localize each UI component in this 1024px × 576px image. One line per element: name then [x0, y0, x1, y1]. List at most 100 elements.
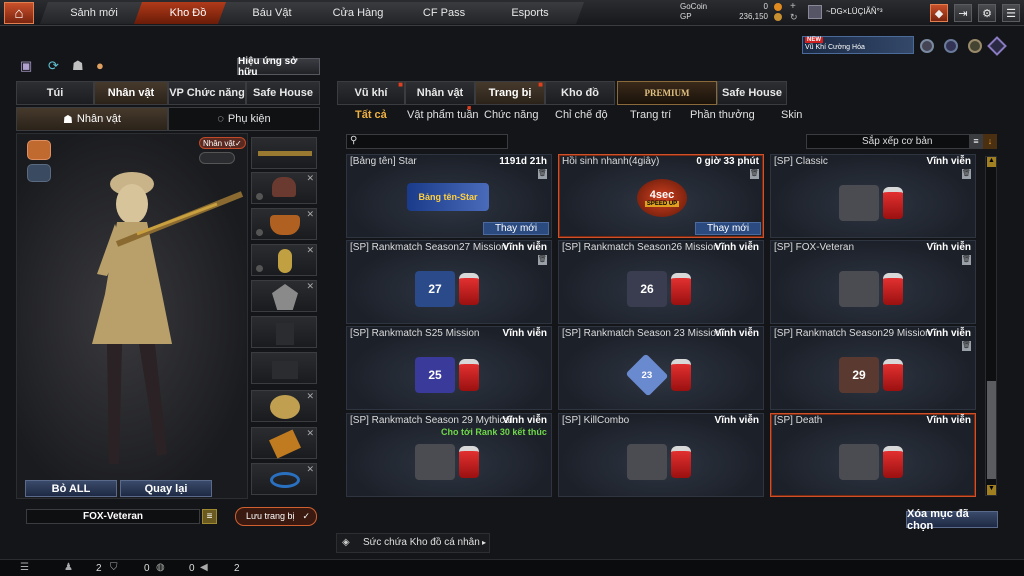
home-button[interactable]: ⌂ — [4, 2, 34, 24]
close-icon[interactable]: ✕ — [306, 281, 314, 292]
item-card[interactable]: [SP] Death Vĩnh viễn — [770, 413, 976, 497]
sort-direction-icon[interactable]: ↓ — [983, 134, 997, 149]
replace-button[interactable]: Thay mới — [695, 222, 761, 235]
character-preview[interactable]: Nhân vật✓ Bỏ ALL Quay lại — [16, 133, 248, 499]
main-tab-premium[interactable]: PREMIUM — [617, 81, 717, 105]
subtab-accessory[interactable]: ◌ Phụ kiện — [168, 107, 320, 131]
slot-emblem[interactable]: ✕ — [251, 280, 317, 312]
trash-icon[interactable]: 🗑 — [962, 255, 971, 265]
item-card[interactable]: [SP] Rankmatch Season26 Mission Vĩnh viễn… — [558, 240, 764, 324]
subtab-decoration[interactable]: Trang trí — [630, 109, 671, 121]
slot-ring[interactable]: ✕ — [251, 463, 317, 495]
gear-icon[interactable]: ⚙ — [978, 4, 996, 22]
trash-icon[interactable]: 🗑 — [538, 169, 547, 179]
rotate-icon[interactable]: ⟳ — [48, 58, 59, 74]
class-icon[interactable] — [27, 140, 51, 160]
trash-icon[interactable]: 🗑 — [750, 169, 759, 179]
item-card[interactable]: Hồi sinh nhanh(4giây) 0 giờ 33 phút 🗑 4sec S… — [558, 154, 764, 238]
item-card[interactable]: [SP] Rankmatch Season27 Mission Vĩnh viễn… — [346, 240, 552, 324]
tab-safehouse-left[interactable]: Safe House — [246, 81, 320, 105]
list-icon[interactable]: ☰ — [20, 562, 29, 573]
speaker-icon[interactable]: ◀ — [200, 562, 208, 573]
item-card[interactable]: [SP] Rankmatch Season29 Mission Vĩnh viễn… — [770, 326, 976, 410]
subtab-functional[interactable]: Chức năng — [484, 109, 538, 121]
main-tab-weapons[interactable]: Vũ khí ■ — [337, 80, 405, 105]
promo-banner[interactable]: NEW Vũ Khí Cường Hóa — [802, 36, 914, 54]
subtab-all[interactable]: Tất cả — [355, 109, 387, 121]
item-card[interactable]: [SP] FOX-Veteran Vĩnh viễn 🗑 — [770, 240, 976, 324]
main-tab-character[interactable]: Nhân vật — [405, 81, 475, 105]
preset-name[interactable]: FOX-Veteran — [26, 509, 200, 524]
item-duration: Vĩnh viễn — [502, 242, 547, 253]
delete-selected-button[interactable]: Xóa mục đã chọn — [906, 508, 998, 532]
slot-mask[interactable]: ✕ — [251, 208, 317, 240]
item-card[interactable]: [SP] Rankmatch Season 29 Mythical Vĩnh vi… — [346, 413, 552, 497]
badge-icon-4[interactable] — [987, 36, 1007, 56]
tab-functional[interactable]: VP Chức năng — [168, 81, 246, 105]
subtab-skin[interactable]: Skin — [781, 109, 802, 121]
chat-icon[interactable]: ◍ — [156, 562, 165, 573]
remove-all-button[interactable]: Bỏ ALL — [25, 480, 117, 497]
trash-icon[interactable]: 🗑 — [962, 169, 971, 179]
close-icon[interactable]: ✕ — [306, 464, 314, 475]
slot-empty-2[interactable] — [251, 352, 317, 384]
badge-icon-3[interactable] — [968, 39, 982, 53]
exit-icon[interactable]: ⇥ — [954, 4, 972, 22]
link-icon[interactable] — [27, 164, 51, 182]
slot-medal[interactable]: ✕ — [251, 244, 317, 276]
menu-icon[interactable]: ☰ — [1002, 4, 1020, 22]
slot-hat[interactable]: ✕ — [251, 172, 317, 204]
storage-capacity[interactable]: ◈ Sức chứa Kho đồ cá nhân ▸ — [336, 533, 490, 553]
close-icon[interactable]: ✕ — [306, 209, 314, 220]
nav-tab-esports[interactable]: Esports — [476, 2, 584, 24]
slot-pet[interactable]: ✕ — [251, 390, 317, 422]
sort-select[interactable]: Sắp xếp cơ bản — [806, 134, 970, 149]
subtab-character[interactable]: ☗ Nhân vật — [16, 107, 168, 131]
pet-icon[interactable]: ● — [96, 58, 104, 73]
close-icon[interactable]: ✕ — [306, 428, 314, 439]
shield-icon[interactable]: ⛉ — [110, 562, 118, 573]
scrollbar[interactable]: ▲ ▼ — [985, 156, 997, 496]
slot-spray[interactable]: ✕ — [251, 427, 317, 459]
character-icon: ☗ — [63, 113, 73, 126]
scroll-up-icon[interactable]: ▲ — [987, 157, 996, 167]
trash-icon[interactable]: 🗑 — [962, 341, 971, 351]
subtab-reward[interactable]: Phần thưởng — [690, 109, 755, 121]
badge-icon-2[interactable] — [944, 39, 958, 53]
preset-list-icon[interactable]: ≡ — [202, 509, 217, 524]
save-outfit-button[interactable]: Lưu trang bị ✓ — [235, 507, 317, 526]
badge-icon-1[interactable] — [920, 39, 934, 53]
item-card[interactable]: [SP] Rankmatch Season 23 Mission Vĩnh viễ… — [558, 326, 764, 410]
person-icon[interactable]: ☗ — [72, 58, 84, 74]
plus-icon[interactable]: + — [790, 1, 796, 12]
item-card[interactable]: [SP] KillCombo Vĩnh viễn — [558, 413, 764, 497]
item-card[interactable]: [SP] Classic Vĩnh viễn 🗑 — [770, 154, 976, 238]
slot-empty-1[interactable] — [251, 316, 317, 348]
slot-weapon[interactable] — [251, 137, 317, 169]
ownership-effect-button[interactable]: Hiệu ứng sở hữu — [237, 56, 320, 78]
refresh-icon[interactable]: ↻ — [790, 12, 798, 23]
clan-icon[interactable]: ◆ — [930, 4, 948, 22]
gift-icon[interactable]: ▣ — [20, 58, 32, 74]
main-tab-equipment[interactable]: Trang bị ■ — [475, 80, 545, 105]
trash-icon[interactable]: 🗑 — [538, 255, 547, 265]
main-tab-storage[interactable]: Kho đồ — [545, 81, 615, 105]
close-icon[interactable]: ✕ — [306, 173, 314, 184]
toggle-icon[interactable] — [199, 152, 235, 164]
close-icon[interactable]: ✕ — [306, 245, 314, 256]
tab-character[interactable]: Nhân vật — [94, 81, 168, 105]
nav-tab-lobby[interactable]: Sảnh mới — [40, 2, 148, 24]
search-input[interactable]: ⚲ — [346, 134, 508, 149]
back-button[interactable]: Quay lại — [120, 480, 212, 497]
item-card[interactable]: [Bảng tên] Star 1191d 21h 🗑 Bảng tên-Star Th… — [346, 154, 552, 238]
tab-bag[interactable]: Túi — [16, 81, 94, 105]
replace-button[interactable]: Thay mới — [483, 222, 549, 235]
friends-icon[interactable]: ♟ — [64, 562, 73, 573]
main-tab-safehouse[interactable]: Safe House — [717, 81, 787, 105]
sort-menu-icon[interactable]: ≡ — [969, 134, 983, 149]
scroll-down-icon[interactable]: ▼ — [987, 485, 996, 495]
subtab-mode[interactable]: Chỉ chế độ — [555, 109, 608, 121]
close-icon[interactable]: ✕ — [306, 391, 314, 402]
item-card[interactable]: [SP] Rankmatch S25 Mission Vĩnh viễn 25 — [346, 326, 552, 410]
scroll-thumb[interactable] — [987, 381, 996, 479]
